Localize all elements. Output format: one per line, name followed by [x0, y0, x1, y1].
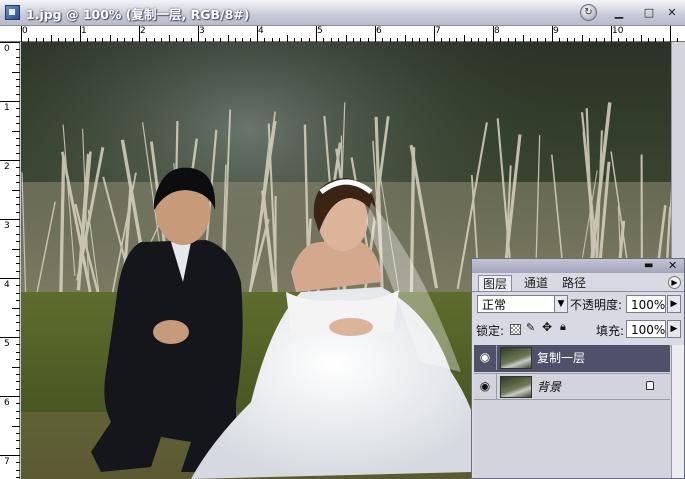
layer-lock-icon	[646, 381, 654, 390]
visibility-eye-icon[interactable]: ◉	[474, 374, 497, 399]
tab-layers[interactable]: 图层	[478, 275, 513, 292]
vertical-ruler-ticks	[0, 42, 20, 478]
h-ruler-label: 2	[140, 26, 146, 36]
v-ruler-label: 6	[4, 398, 10, 408]
layer-row-copy[interactable]: ◉ 复制一层	[474, 345, 670, 372]
layer-row-background[interactable]: ◉ 背景	[474, 373, 670, 400]
h-ruler-label: 0	[22, 26, 28, 36]
h-ruler-label: 4	[258, 26, 264, 36]
layer-name[interactable]: 背景	[537, 374, 561, 401]
v-ruler-label: 5	[4, 339, 10, 349]
v-ruler-label: 4	[4, 280, 10, 290]
chevron-down-icon[interactable]: ▼	[554, 295, 568, 313]
panel-close-button[interactable]: ✕	[668, 259, 677, 272]
v-ruler-label: 0	[4, 44, 10, 54]
jump-to-imageready-icon[interactable]: ↻	[580, 4, 597, 21]
layers-panel[interactable]: ▬ ✕ 图层 通道 路径 ▶ 正常 ▼ 不透明度: 100% ▶ 锁定: ✎ ✥…	[471, 258, 685, 479]
h-ruler-label: 6	[376, 26, 382, 36]
minimize-button[interactable]: ▁	[612, 6, 626, 20]
visibility-eye-icon[interactable]: ◉	[474, 345, 497, 370]
horizontal-ruler[interactable]: 0 1 2 3 4 5 6 7 8 9 10	[0, 26, 685, 42]
panel-menu-button[interactable]: ▶	[668, 276, 681, 289]
document-title-bar[interactable]: 1.jpg @ 100% (复制一层, RGB/8#) ↻ ▁ □ ✕	[0, 0, 685, 26]
panel-title-bar[interactable]: ▬ ✕	[472, 259, 684, 273]
opacity-slider-button[interactable]: ▶	[667, 295, 681, 313]
layer-thumbnail	[500, 376, 532, 398]
fill-input[interactable]: 100%	[626, 320, 666, 338]
panel-minimize-button[interactable]: ▬	[644, 260, 653, 271]
lock-all-icon[interactable]: 🔒︎	[560, 320, 566, 334]
tab-paths[interactable]: 路径	[558, 275, 590, 291]
fill-slider-button[interactable]: ▶	[667, 320, 681, 338]
vertical-ruler[interactable]: 0 1 2 3 4 5 6 7	[0, 42, 20, 479]
opacity-label: 不透明度:	[570, 298, 623, 312]
layer-list-scrollbar[interactable]	[671, 345, 684, 478]
v-ruler-label: 1	[4, 103, 10, 113]
v-ruler-label: 3	[4, 221, 10, 231]
lock-label: 锁定:	[476, 324, 505, 338]
h-ruler-label: 8	[494, 26, 500, 36]
lock-transparency-icon[interactable]	[510, 324, 521, 335]
h-ruler-label: 7	[435, 26, 441, 36]
h-ruler-label: 3	[199, 26, 205, 36]
tabs-divider	[472, 291, 684, 292]
h-ruler-label: 10	[612, 26, 624, 36]
opacity-input[interactable]: 100%	[626, 295, 666, 313]
lock-position-move-icon[interactable]: ✥	[542, 320, 552, 334]
blend-mode-select[interactable]: 正常	[477, 295, 557, 313]
lock-image-brush-icon[interactable]: ✎	[526, 321, 535, 334]
v-ruler-label: 2	[4, 162, 10, 172]
h-ruler-label: 1	[81, 26, 87, 36]
horizontal-ruler-ticks	[21, 26, 678, 42]
close-button[interactable]: ✕	[665, 6, 679, 20]
document-icon	[5, 5, 20, 20]
h-ruler-label: 9	[553, 26, 559, 36]
h-ruler-label: 5	[317, 26, 323, 36]
layer-name[interactable]: 复制一层	[537, 345, 585, 372]
tab-channels[interactable]: 通道	[520, 275, 552, 291]
maximize-button[interactable]: □	[642, 6, 656, 20]
fill-label: 填充:	[596, 324, 625, 338]
layer-thumbnail	[500, 347, 532, 369]
document-title: 1.jpg @ 100% (复制一层, RGB/8#)	[26, 7, 250, 22]
v-ruler-label: 7	[4, 457, 10, 467]
